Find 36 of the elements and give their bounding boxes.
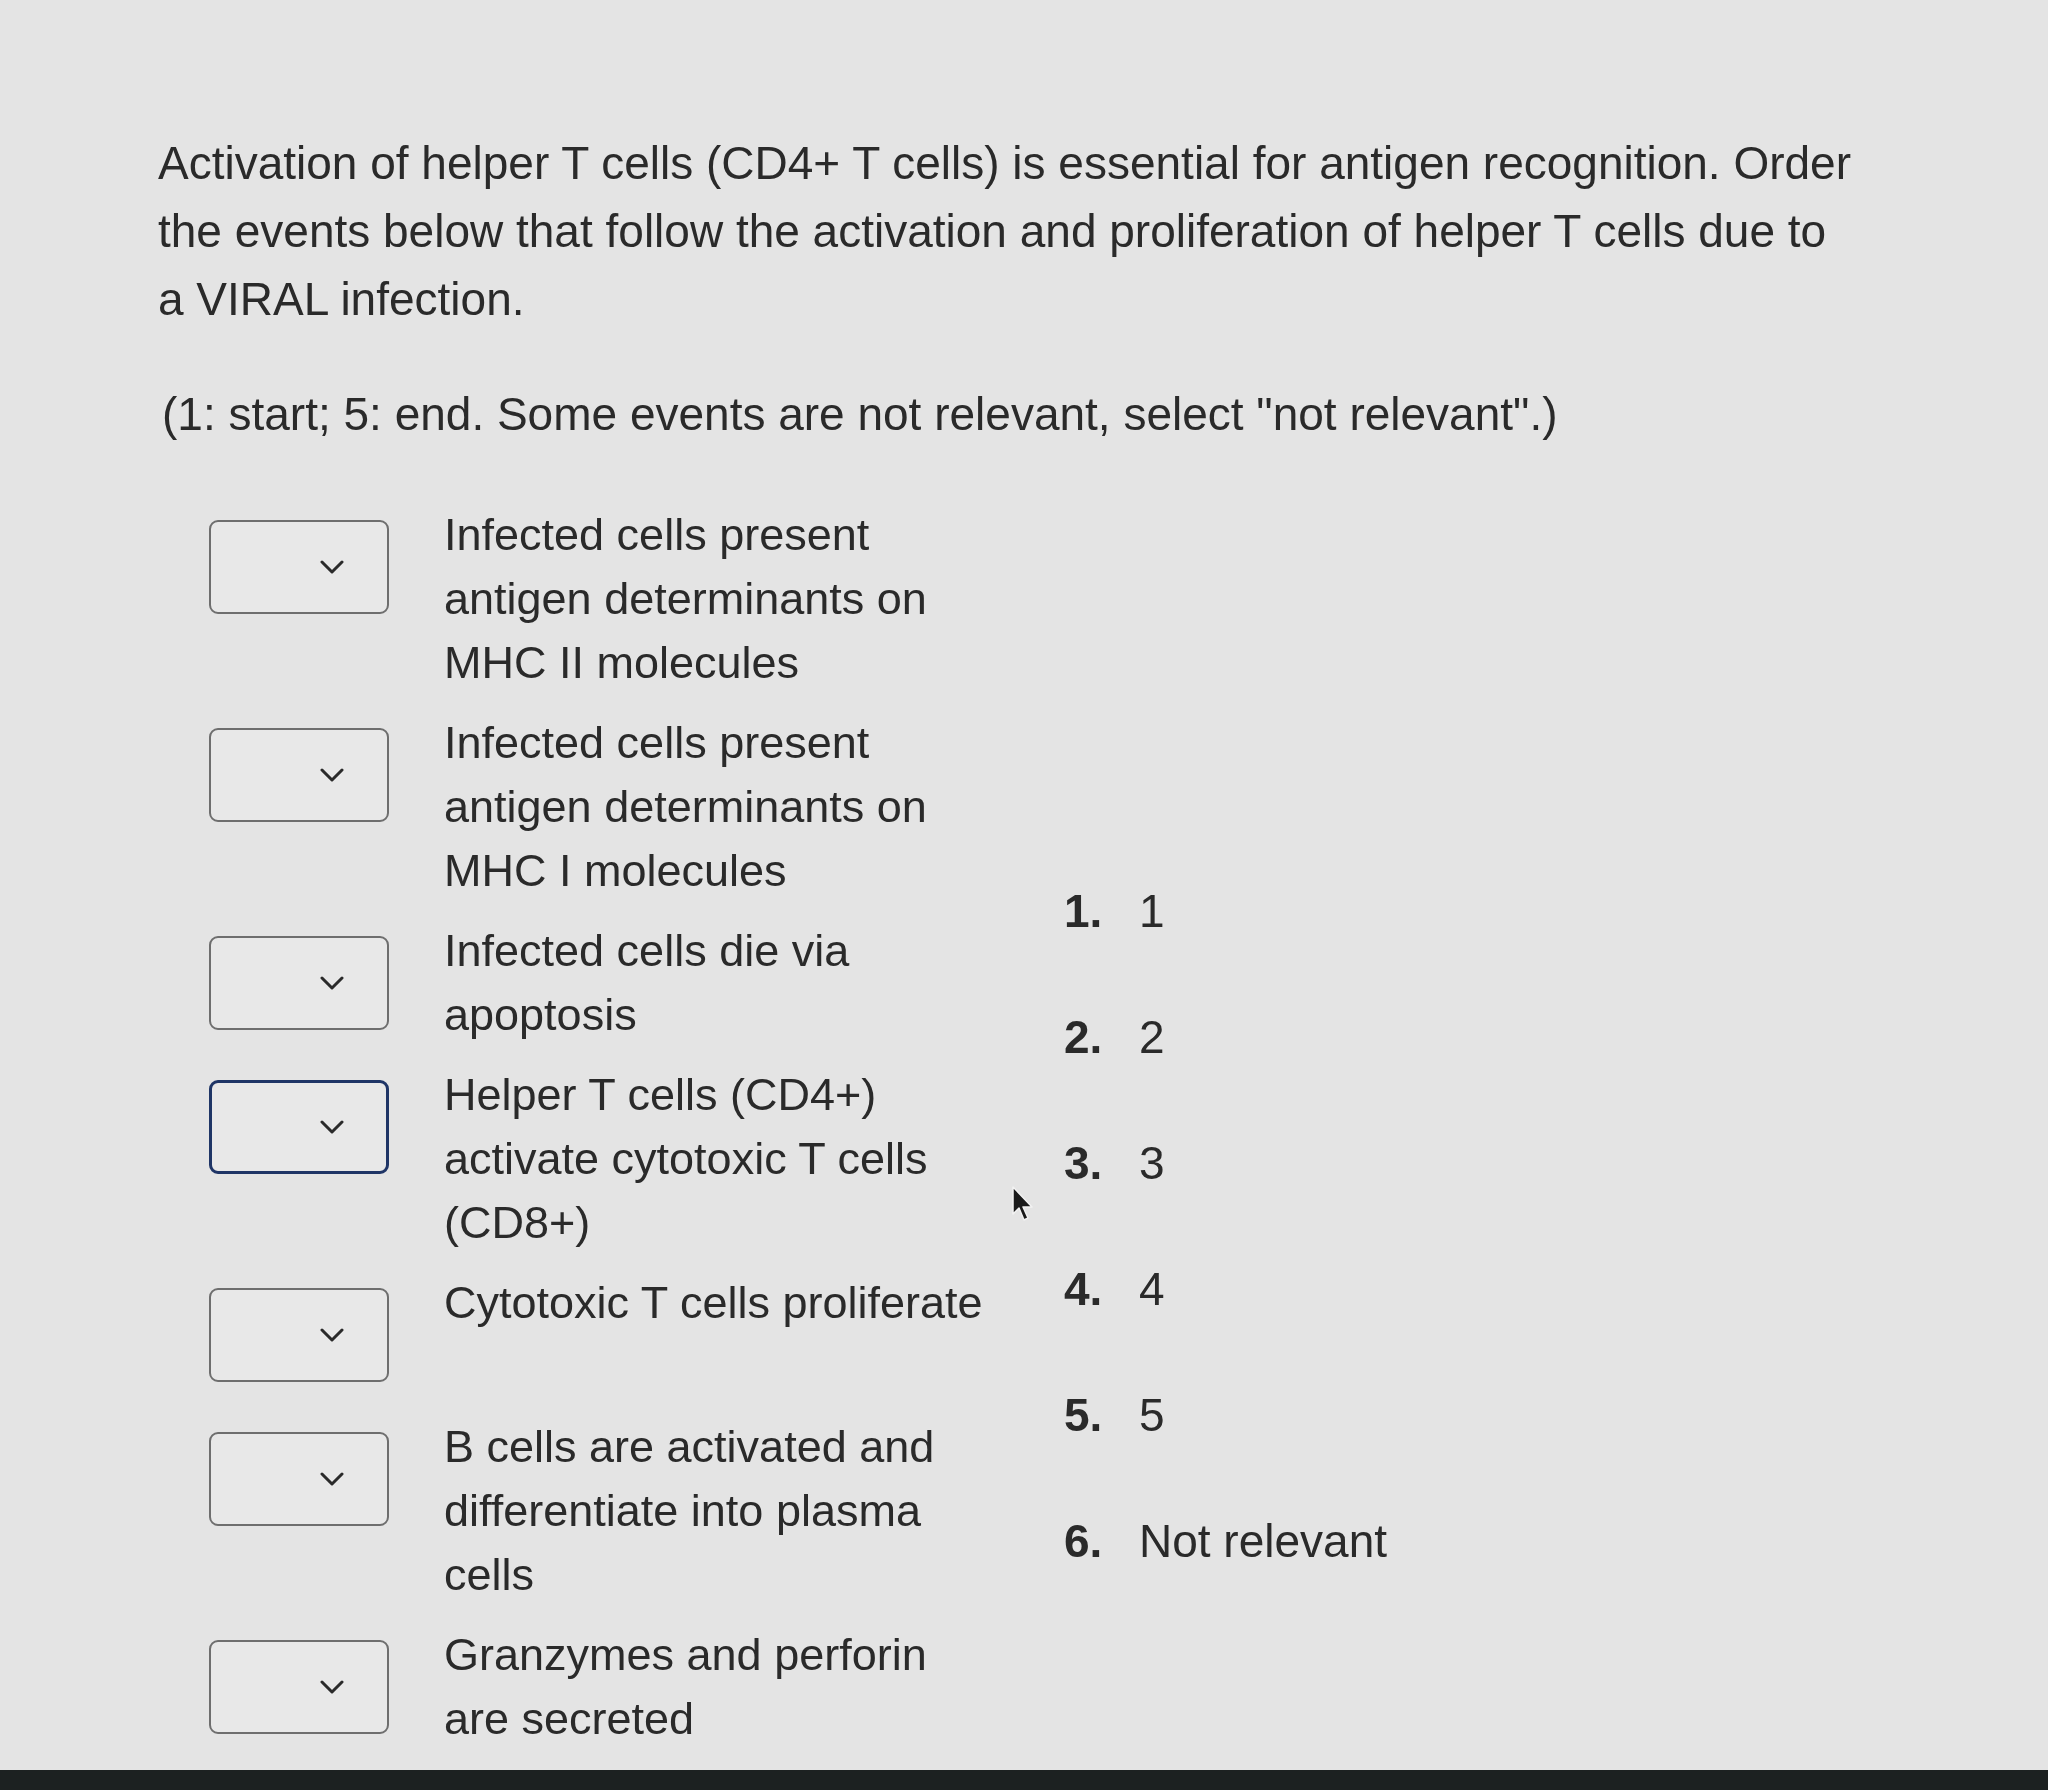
instructions-text: (1: start; 5: end. Some events are not relevant, select "not relevant".) [161,387,1558,442]
chevron-down-icon [320,768,344,782]
question-text: Activation of helper T cells (CD4+ T cells) is essential for antigen recognition. Order the events below that follow the activation and proliferation of helper T cells due to a VIRAL infection. [158,136,1852,327]
order-dropdown[interactable] [209,1288,389,1382]
option-label: 4 [1139,1262,1165,1317]
option-number: 4. [1064,1262,1104,1317]
option-label: 1 [1139,884,1165,939]
event-text: Infected cells present antigen determinants on MHC II molecules [444,508,928,690]
order-dropdown[interactable] [209,1432,389,1526]
event-text: Infected cells present antigen determinants on MHC I molecules [444,716,928,898]
event-text: Granzymes and perforin are secreted [444,1628,928,1746]
chevron-down-icon [320,1680,344,1694]
option-label: 2 [1139,1010,1165,1065]
order-dropdown[interactable] [209,728,389,822]
event-text: Helper T cells (CD4+) activate cytotoxic T cells (CD8+) [444,1068,929,1250]
option-number: 1. [1064,884,1104,939]
option-number: 3. [1064,1136,1104,1191]
order-dropdown[interactable] [209,520,389,614]
option-label: Not relevant [1139,1514,1387,1569]
chevron-down-icon [320,976,344,990]
order-dropdown[interactable] [209,936,389,1030]
option-number: 2. [1064,1010,1104,1065]
option-number: 6. [1064,1514,1104,1569]
option-label: 3 [1139,1136,1165,1191]
mouse-pointer-icon [1012,1186,1034,1222]
event-text: B cells are activated and differentiate into plasma cells [444,1420,936,1602]
chevron-down-icon [320,1328,344,1342]
chevron-down-icon [320,1120,344,1134]
chevron-down-icon [320,1472,344,1486]
option-label: 5 [1139,1388,1165,1443]
event-text: Cytotoxic T cells proliferate [444,1276,984,1330]
order-dropdown[interactable] [209,1640,389,1734]
event-text: Infected cells die via apoptosis [444,924,851,1042]
chevron-down-icon [320,560,344,574]
option-number: 5. [1064,1388,1104,1443]
order-dropdown[interactable] [209,1080,389,1174]
